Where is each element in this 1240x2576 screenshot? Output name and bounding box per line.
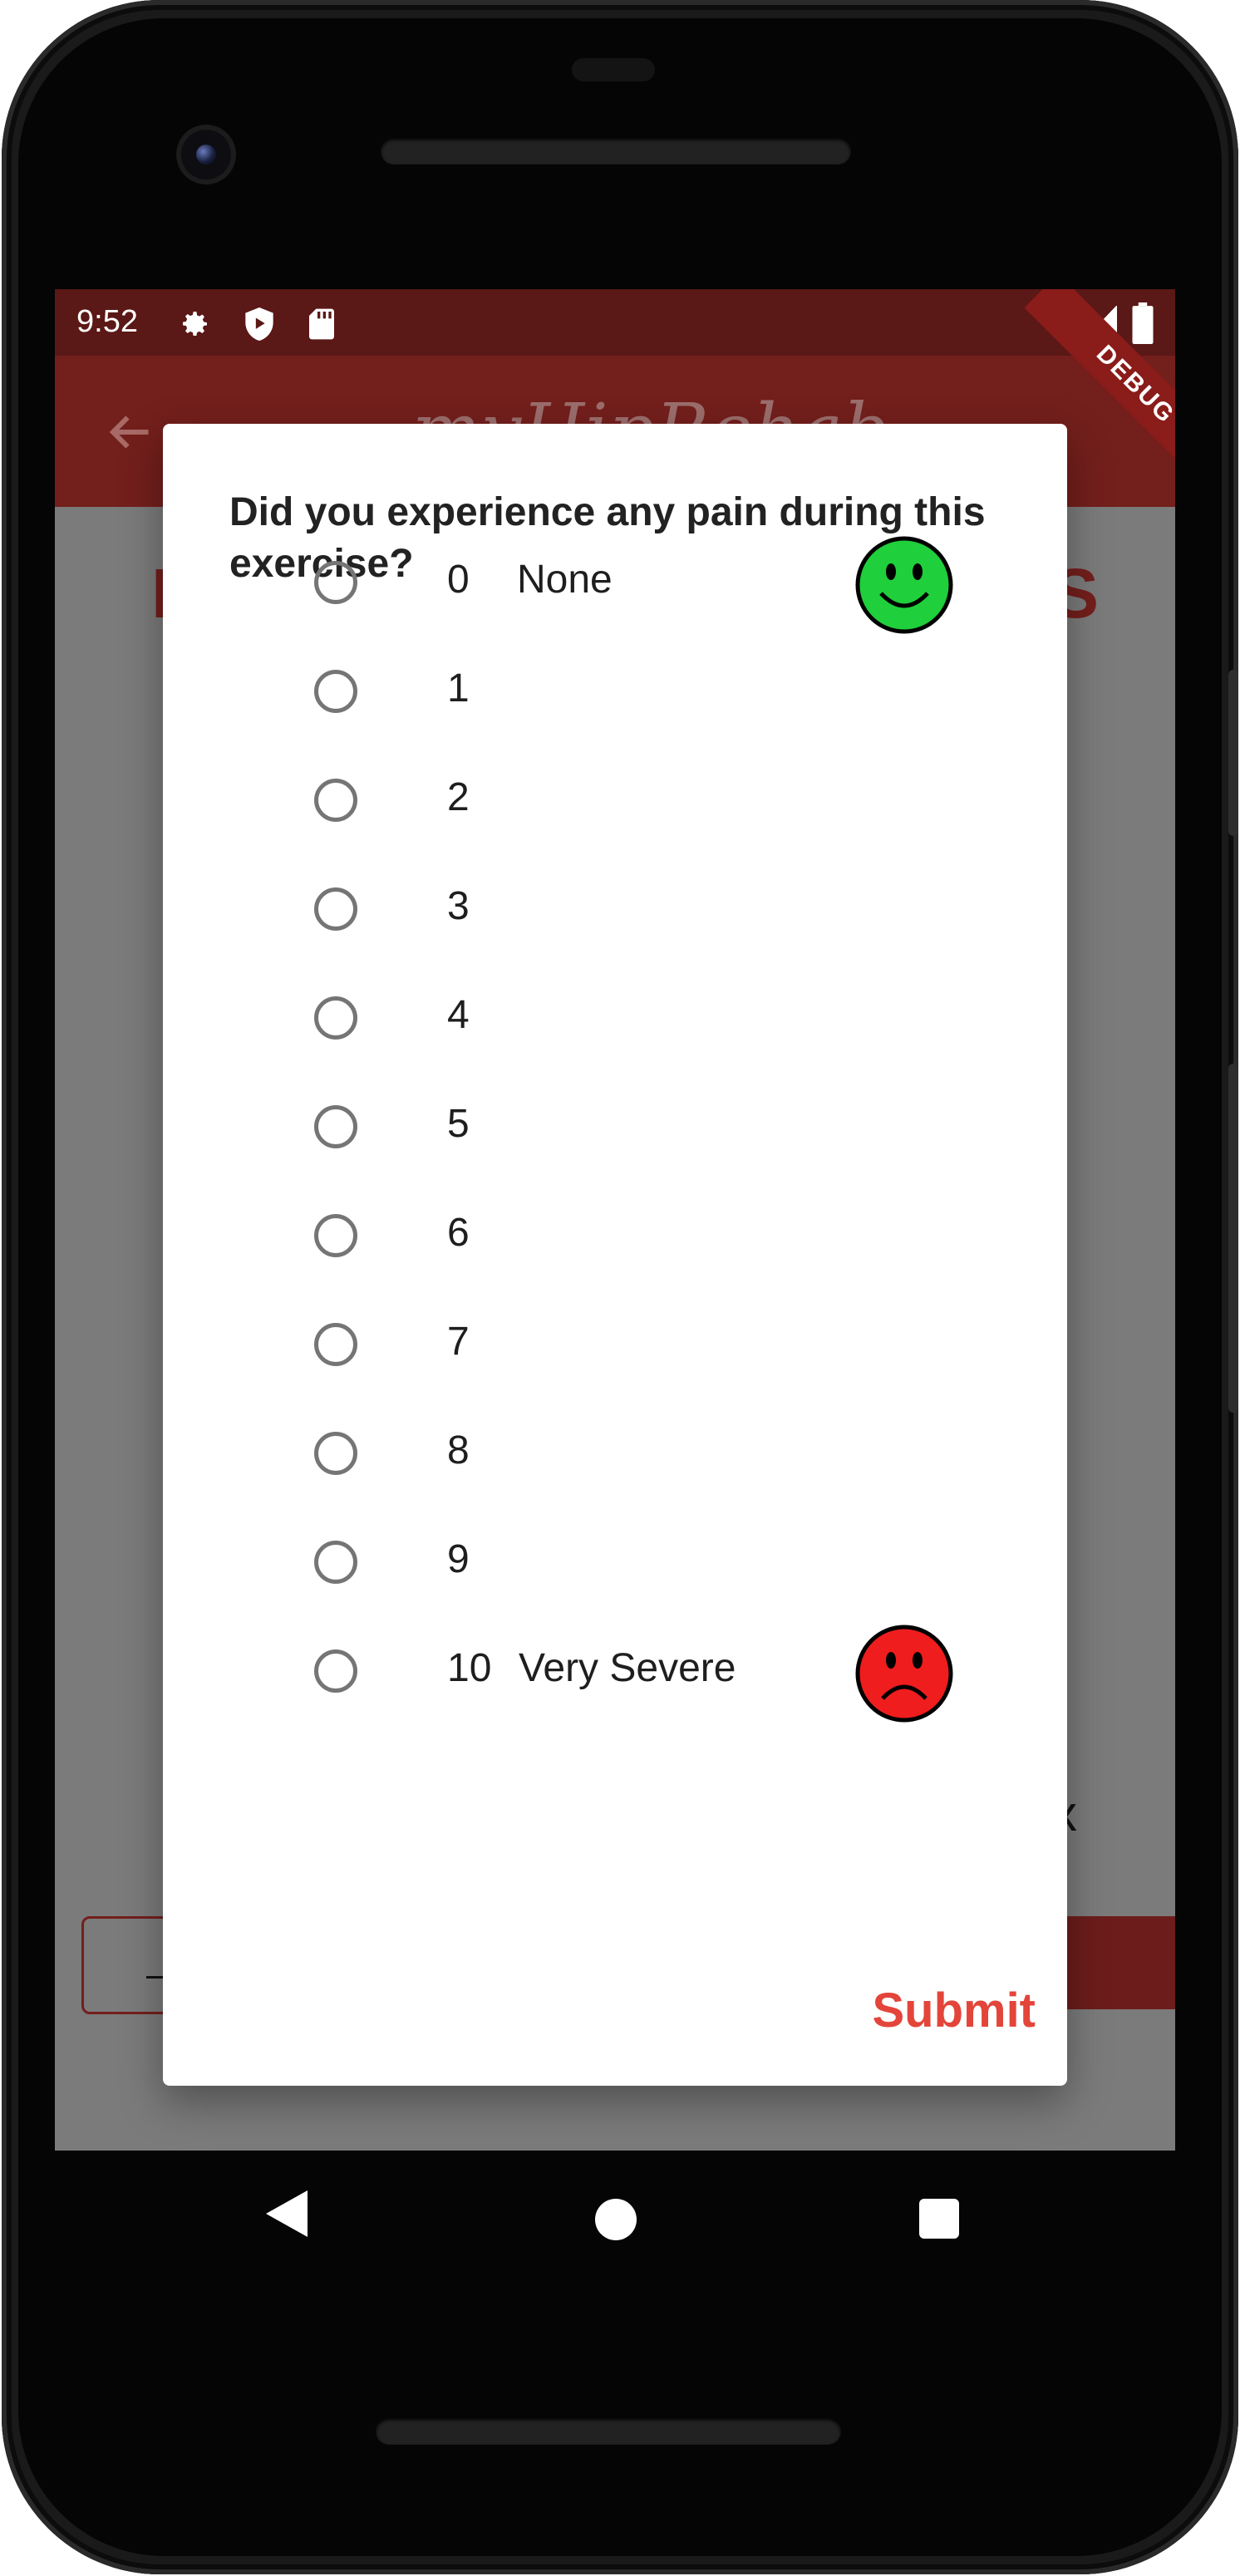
radio-button[interactable] <box>314 996 357 1040</box>
radio-button[interactable] <box>314 1649 357 1693</box>
back-triangle-icon[interactable] <box>264 2189 311 2239</box>
shield-play-icon <box>245 307 273 341</box>
pain-rating-dialog: Did you experience any pain during this … <box>163 424 1067 2086</box>
radio-button[interactable] <box>314 561 357 604</box>
pain-option-row[interactable]: 7 <box>163 1292 1067 1401</box>
pain-label: Very Severe <box>519 1646 736 1690</box>
pain-label: None <box>517 558 613 602</box>
volume-rocker <box>1228 1064 1238 1413</box>
pain-value: 6 <box>447 1211 470 1255</box>
recents-square-icon[interactable] <box>919 2199 959 2239</box>
radio-button[interactable] <box>314 1214 357 1257</box>
radio-button[interactable] <box>314 779 357 822</box>
pain-value: 0 <box>447 558 470 602</box>
pain-value: 7 <box>447 1320 470 1364</box>
pain-option-row[interactable]: 0 None <box>163 530 1067 639</box>
pain-option-row[interactable]: 9 <box>163 1510 1067 1619</box>
proximity-sensor <box>572 58 655 81</box>
status-bar: 9:52 <box>55 289 1175 356</box>
arrow-left-icon[interactable] <box>105 407 155 457</box>
pain-value: 9 <box>447 1537 470 1581</box>
radio-button[interactable] <box>314 1105 357 1148</box>
radio-button[interactable] <box>314 887 357 931</box>
pain-option-row[interactable]: 2 <box>163 748 1067 857</box>
pain-value: 10 <box>447 1646 492 1690</box>
pain-option-row[interactable]: 1 <box>163 639 1067 748</box>
submit-button[interactable]: Submit <box>853 1969 1036 2052</box>
pain-option-row[interactable]: 6 <box>163 1183 1067 1292</box>
pain-option-row[interactable]: 8 <box>163 1401 1067 1510</box>
camera-lens <box>196 145 216 165</box>
radio-button[interactable] <box>314 670 357 713</box>
happy-face-icon <box>855 536 953 634</box>
settings-gear-icon <box>183 312 207 336</box>
earpiece-speaker <box>381 138 851 165</box>
sad-face-icon <box>855 1625 953 1723</box>
pain-value: 5 <box>447 1102 470 1146</box>
radio-button[interactable] <box>314 1323 357 1366</box>
pain-option-row[interactable]: 5 <box>163 1074 1067 1183</box>
pain-value: 8 <box>447 1428 470 1472</box>
pain-option-row[interactable]: 3 <box>163 857 1067 966</box>
pain-option-row[interactable]: 10 Very Severe <box>163 1619 1067 1728</box>
sd-card-icon <box>309 308 334 340</box>
power-button <box>1228 670 1238 836</box>
pain-value: 4 <box>447 993 470 1037</box>
pain-value: 3 <box>447 884 470 928</box>
pain-value: 2 <box>447 775 470 819</box>
pain-option-row[interactable]: 4 <box>163 966 1067 1074</box>
status-clock: 9:52 <box>76 304 138 339</box>
battery-icon <box>1132 302 1154 344</box>
bottom-speaker <box>376 2418 841 2445</box>
home-circle-icon[interactable] <box>595 2199 637 2240</box>
radio-button[interactable] <box>314 1432 357 1475</box>
radio-button[interactable] <box>314 1541 357 1584</box>
pain-value: 1 <box>447 666 470 710</box>
